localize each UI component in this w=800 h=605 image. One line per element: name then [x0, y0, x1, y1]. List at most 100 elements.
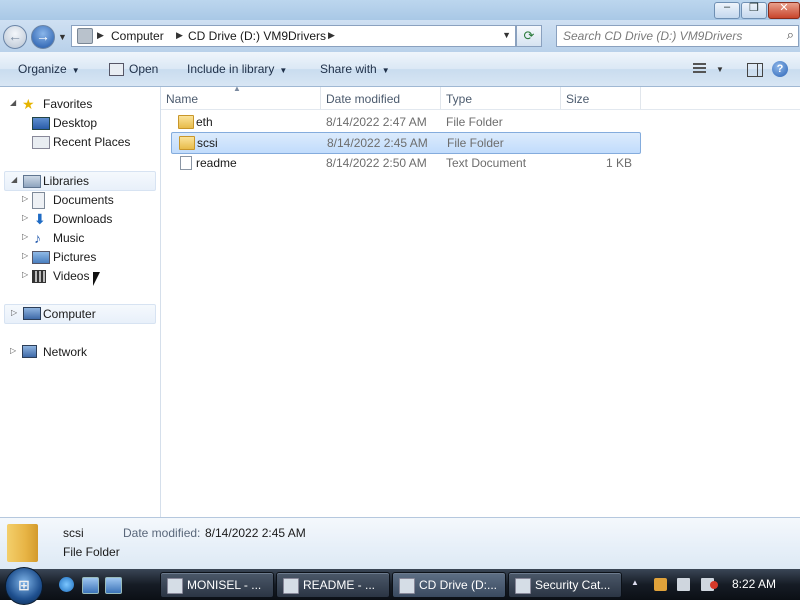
expand-icon[interactable]: ▷ [22, 232, 28, 241]
drive-icon [399, 578, 415, 594]
search-icon[interactable]: ⌕ [787, 27, 794, 43]
taskbar-item-cd-drive[interactable]: CD Drive (D:... [392, 572, 506, 598]
back-arrow-icon: ← [8, 28, 22, 44]
tree-label: Desktop [53, 116, 98, 130]
column-header-date-modified[interactable]: Date modified [326, 92, 400, 106]
forward-button[interactable]: → [31, 25, 55, 49]
column-divider[interactable] [640, 87, 641, 109]
expand-icon[interactable]: ▷ [22, 251, 28, 260]
details-file-name: scsi [63, 526, 84, 540]
network-icon [22, 345, 37, 358]
tree-label: Recent Places [53, 135, 131, 149]
view-options-dropdown-icon[interactable]: ▼ [716, 65, 724, 74]
notepad-icon [283, 578, 299, 594]
start-button[interactable]: ⊞ [5, 567, 43, 605]
switch-windows-icon[interactable] [105, 577, 122, 594]
windows-logo-icon: ⊞ [18, 577, 30, 593]
sort-ascending-icon: ▲ [233, 84, 241, 93]
open-button[interactable]: Open [129, 62, 158, 76]
file-row-readme[interactable]: readme 8/14/2022 2:50 AM Text Document 1… [171, 153, 639, 173]
taskbar-item-security-catalog[interactable]: Security Cat... [508, 572, 622, 598]
documents-icon [32, 192, 45, 209]
expand-icon[interactable]: ▷ [10, 346, 16, 355]
preview-pane-icon[interactable] [747, 63, 763, 77]
file-date-modified: 8/14/2022 2:47 AM [326, 115, 427, 129]
music-note-icon: ♪ [34, 230, 41, 246]
refresh-button[interactable]: ⟳ [516, 25, 542, 47]
column-header-size[interactable]: Size [566, 92, 589, 106]
computer-icon [23, 307, 41, 320]
back-button[interactable]: ← [3, 25, 27, 49]
address-bar[interactable]: ▶ Computer ▶ CD Drive (D:) VM9Drivers ▶ … [71, 25, 516, 47]
command-bar: Organize ▼ Open Include in library ▼ Share… [0, 52, 800, 87]
expand-icon[interactable]: ▷ [22, 270, 28, 279]
libraries-icon [23, 175, 41, 188]
file-name: eth [196, 115, 213, 129]
column-headers: Name ▲ Date modified Type Size [161, 84, 800, 110]
expand-icon[interactable]: ▷ [22, 213, 28, 222]
clock[interactable]: 8:22 AM [732, 577, 776, 591]
show-desktop-icon[interactable] [82, 577, 99, 594]
column-header-name[interactable]: Name [166, 92, 198, 106]
maximize-button[interactable]: ❐ [741, 2, 767, 19]
video-film-icon [32, 270, 46, 283]
search-box[interactable]: ⌕ [556, 25, 799, 47]
chevron-down-icon: ▼ [279, 66, 288, 75]
taskbar-item-label: Security Cat... [535, 578, 611, 592]
taskbar: ⊞ MONISEL - ... README - ... CD Drive (D… [0, 567, 800, 605]
minimize-button[interactable]: – [714, 1, 740, 19]
tree-downloads[interactable]: ▷ ⬇ Downloads [22, 210, 155, 228]
change-view-icon[interactable] [693, 63, 706, 75]
mouse-cursor-icon [93, 272, 100, 286]
internet-explorer-icon[interactable] [59, 577, 74, 592]
address-history-dropdown-icon[interactable]: ▼ [502, 30, 511, 40]
tree-documents[interactable]: ▷ Documents [22, 191, 155, 209]
recent-pages-dropdown-icon[interactable]: ▼ [58, 32, 67, 42]
breadcrumb-chevron-icon[interactable]: ▶ [328, 30, 335, 41]
column-divider[interactable] [560, 87, 561, 109]
close-button[interactable]: ✕ [768, 2, 800, 19]
file-row-eth[interactable]: eth 8/14/2022 2:47 AM File Folder [171, 112, 639, 132]
tree-network[interactable]: ▷ Network [10, 343, 155, 361]
column-header-type[interactable]: Type [446, 92, 472, 106]
file-name: readme [196, 156, 237, 170]
tree-label: Pictures [53, 250, 97, 264]
help-icon[interactable]: ? [772, 61, 788, 77]
tree-pictures[interactable]: ▷ Pictures [22, 248, 155, 266]
file-row-scsi[interactable]: scsi 8/14/2022 2:45 AM File Folder [171, 132, 641, 154]
details-file-type: File Folder [63, 545, 120, 559]
tree-desktop[interactable]: Desktop [30, 114, 155, 132]
tree-label: Computer [43, 307, 96, 321]
collapse-icon[interactable]: ◢ [10, 98, 16, 107]
breadcrumb-chevron-icon[interactable]: ▶ [97, 30, 104, 41]
tree-libraries[interactable]: ◢ Libraries [4, 171, 156, 191]
column-divider[interactable] [320, 87, 321, 109]
organize-button[interactable]: Organize ▼ [18, 62, 80, 76]
include-in-library-button[interactable]: Include in library ▼ [187, 62, 287, 76]
tree-recent-places[interactable]: Recent Places [30, 133, 155, 151]
star-icon: ★ [22, 96, 35, 112]
collapse-icon[interactable]: ◢ [11, 175, 17, 184]
tree-videos[interactable]: ▷ Videos [22, 267, 155, 285]
tree-music[interactable]: ▷ ♪ Music [22, 229, 155, 247]
network-status-icon[interactable] [677, 578, 690, 591]
pictures-icon [32, 251, 50, 264]
safely-remove-hardware-icon[interactable] [654, 578, 667, 591]
tree-computer[interactable]: ▷ Computer [4, 304, 156, 324]
breadcrumb-chevron-icon[interactable]: ▶ [176, 30, 183, 41]
breadcrumb-computer[interactable]: Computer [111, 29, 164, 43]
taskbar-item-monisel[interactable]: MONISEL - ... [160, 572, 274, 598]
share-with-button[interactable]: Share with ▼ [320, 62, 390, 76]
column-divider[interactable] [440, 87, 441, 109]
taskbar-item-readme[interactable]: README - ... [276, 572, 390, 598]
search-input[interactable] [561, 27, 775, 45]
breadcrumb-cd-drive[interactable]: CD Drive (D:) VM9Drivers [188, 29, 326, 43]
show-hidden-icons-icon[interactable]: ▲ [631, 578, 639, 587]
download-arrow-icon: ⬇ [34, 211, 46, 227]
file-date-modified: 8/14/2022 2:45 AM [327, 136, 428, 150]
file-type: File Folder [447, 136, 504, 150]
expand-icon[interactable]: ▷ [22, 194, 28, 203]
tree-favorites[interactable]: ◢ ★ Favorites [10, 95, 155, 113]
file-type: Text Document [446, 156, 527, 170]
expand-icon[interactable]: ▷ [11, 308, 17, 317]
